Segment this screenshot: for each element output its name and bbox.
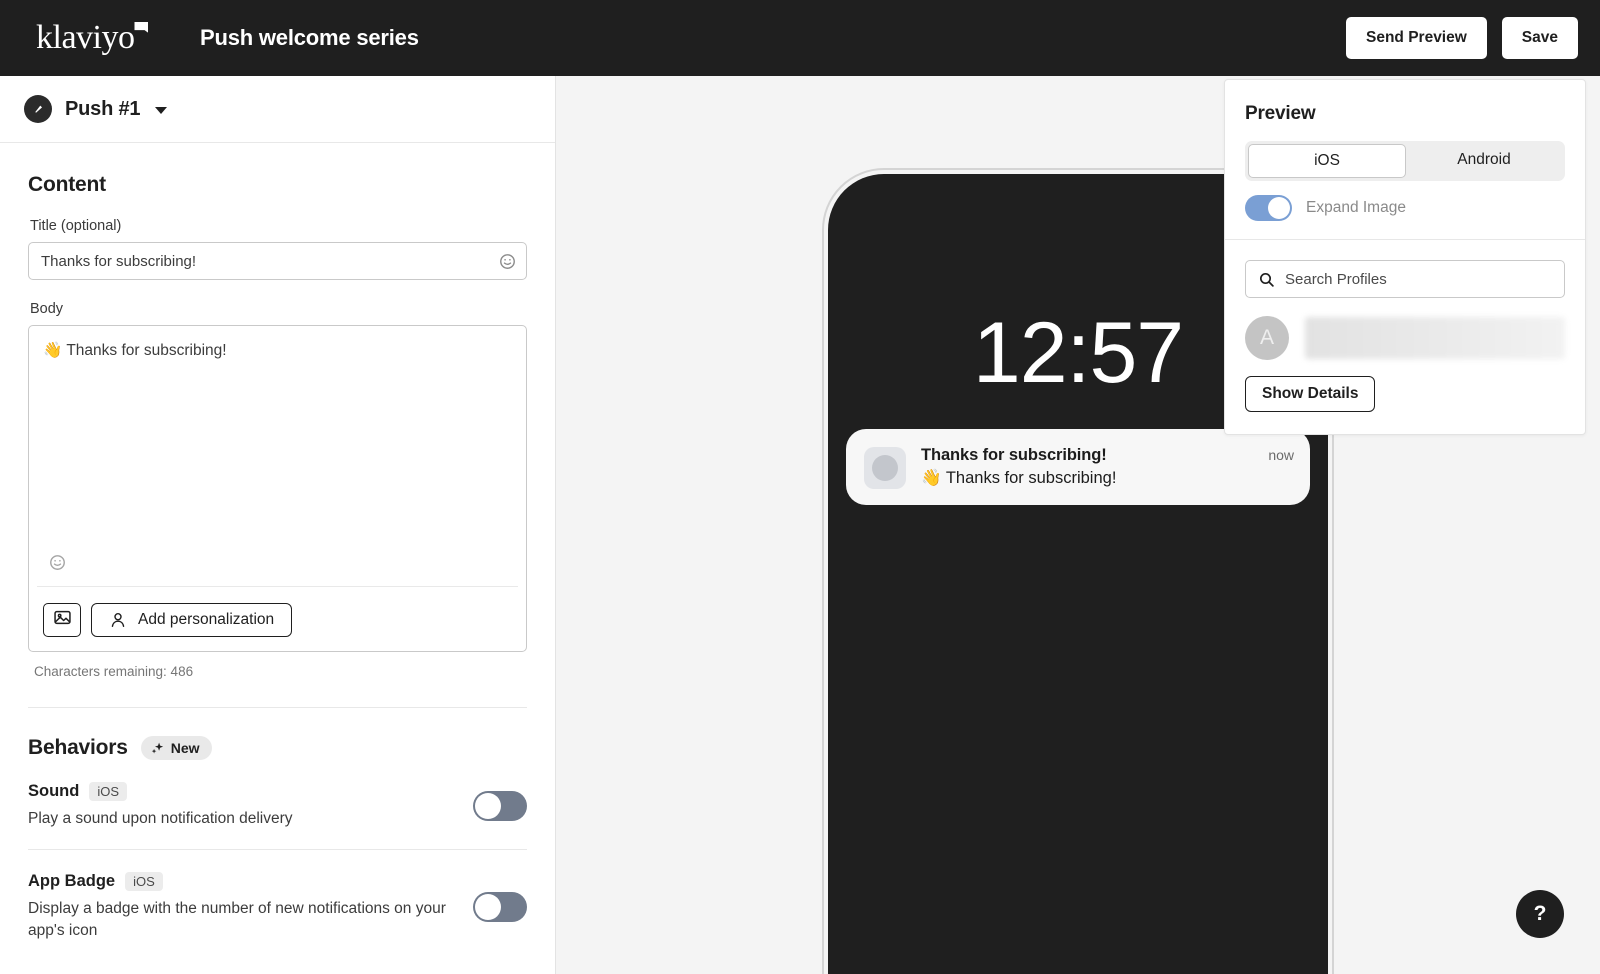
notification-card[interactable]: Thanks for subscribing! 👋 Thanks for sub… xyxy=(846,429,1310,505)
body-toolbar: Add personalization xyxy=(29,587,526,651)
main-body: Push #1 Content Title (optional) Thanks … xyxy=(0,76,1600,974)
behavior-description: Play a sound upon notification delivery xyxy=(28,810,293,827)
app-placeholder-icon xyxy=(864,447,906,489)
preview-panel-header: Preview iOS Android Expand Image xyxy=(1225,80,1585,239)
top-bar: klaviyo Push welcome series Send Preview… xyxy=(0,0,1600,76)
body-editor-box: Add personalization xyxy=(28,325,527,652)
push-editor-app: klaviyo Push welcome series Send Preview… xyxy=(0,0,1600,974)
top-bar-actions: Send Preview Save xyxy=(1346,17,1578,59)
push-selector-label: Push #1 xyxy=(65,97,141,120)
os-tag: iOS xyxy=(125,872,163,892)
help-button[interactable]: ? xyxy=(1516,890,1564,938)
new-badge-label: New xyxy=(170,740,200,756)
title-input-wrapper xyxy=(28,242,527,280)
show-details-button[interactable]: Show Details xyxy=(1245,376,1376,412)
behavior-name: App Badge xyxy=(28,872,116,891)
search-profiles-input[interactable] xyxy=(1285,270,1552,288)
chevron-down-icon[interactable] xyxy=(155,107,168,114)
notification-title: Thanks for subscribing! xyxy=(921,446,1107,464)
image-icon xyxy=(53,608,72,632)
platform-segmented-control: iOS Android xyxy=(1245,141,1565,181)
app-badge-toggle[interactable] xyxy=(473,891,527,922)
search-icon xyxy=(1258,271,1275,288)
preview-title: Preview xyxy=(1245,103,1316,124)
preview-canvas: 12:57 Thanks for subscribing! 👋 Thanks f… xyxy=(556,76,1600,974)
behavior-name: Sound xyxy=(28,782,80,800)
behaviors-header: Behaviors New xyxy=(28,736,527,760)
title-input[interactable] xyxy=(29,252,494,270)
body-field-label: Body xyxy=(30,301,64,317)
characters-remaining-text: Characters remaining: 486 xyxy=(34,664,194,679)
expand-image-label: Expand Image xyxy=(1306,199,1406,216)
content-section: Content Title (optional) Body xyxy=(0,143,555,708)
expand-image-row: Expand Image xyxy=(1245,195,1565,239)
sparkle-icon xyxy=(150,741,165,756)
push-notification-icon xyxy=(24,95,52,123)
tab-ios[interactable]: iOS xyxy=(1248,144,1406,178)
preview-panel: Preview iOS Android Expand Image Search … xyxy=(1224,79,1586,435)
sound-toggle[interactable] xyxy=(473,790,527,821)
behaviors-section-title: Behaviors xyxy=(28,736,128,759)
content-section-title: Content xyxy=(28,173,106,196)
klaviyo-logo[interactable]: klaviyo xyxy=(22,21,162,55)
push-selector-header[interactable]: Push #1 xyxy=(0,76,555,143)
emoji-smiley-icon[interactable] xyxy=(49,554,66,576)
add-personalization-button[interactable]: Add personalization xyxy=(91,603,293,637)
behavior-row-app-badge: App Badge iOS Display a badge with the n… xyxy=(28,850,527,961)
logo-text: klaviyo xyxy=(36,19,135,56)
notification-time: now xyxy=(1268,447,1294,463)
page-title: Push welcome series xyxy=(200,25,419,50)
save-button[interactable]: Save xyxy=(1501,17,1578,59)
add-personalization-label: Add personalization xyxy=(138,611,275,628)
behavior-row-sound: Sound iOS Play a sound upon notification… xyxy=(28,760,527,851)
behavior-description: Display a badge with the number of new n… xyxy=(28,900,446,939)
person-icon xyxy=(109,611,127,629)
profile-row[interactable]: A xyxy=(1225,298,1585,360)
panel-divider xyxy=(1225,239,1585,240)
behaviors-section: Behaviors New Sound iOS Play a sound upo… xyxy=(0,708,555,961)
left-editor-panel: Push #1 Content Title (optional) Thanks … xyxy=(0,76,556,974)
search-profiles-wrapper xyxy=(1245,260,1565,298)
notification-text: 👋 Thanks for subscribing! xyxy=(921,469,1117,487)
avatar: A xyxy=(1245,316,1289,360)
profile-name-redacted xyxy=(1305,317,1565,359)
insert-image-button[interactable] xyxy=(43,603,81,637)
emoji-smiley-icon[interactable] xyxy=(494,253,526,270)
os-tag: iOS xyxy=(89,782,127,801)
status-badge: New xyxy=(140,736,212,760)
klaviyo-flag-icon xyxy=(134,22,149,33)
send-preview-button[interactable]: Send Preview xyxy=(1346,17,1487,59)
title-field-label: Title (optional) xyxy=(30,218,122,234)
body-emoji-row xyxy=(37,550,518,587)
body-textarea[interactable] xyxy=(29,326,526,550)
expand-image-toggle[interactable] xyxy=(1245,195,1292,221)
tab-android[interactable]: Android xyxy=(1406,144,1562,178)
